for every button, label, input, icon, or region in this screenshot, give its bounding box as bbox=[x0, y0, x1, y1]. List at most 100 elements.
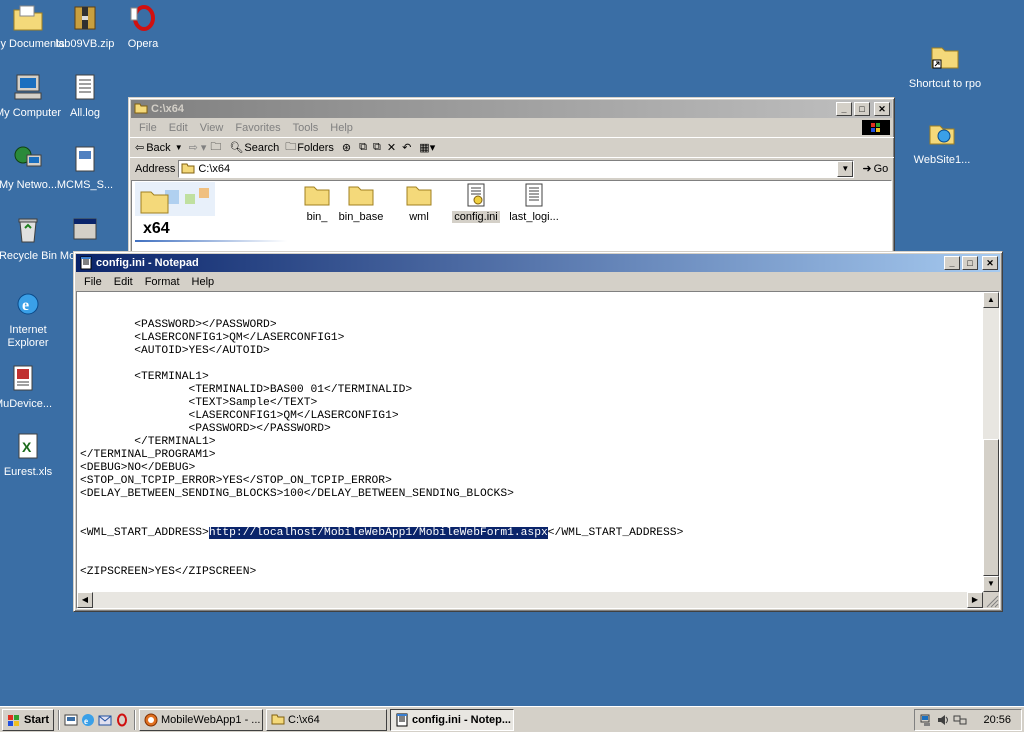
document-icon bbox=[69, 145, 101, 177]
text-file-icon bbox=[505, 183, 563, 209]
folders-button[interactable]: 🗀 Folders bbox=[285, 138, 334, 157]
delete-icon[interactable]: ✕ bbox=[387, 141, 396, 154]
text-line: <TEXT>Sample</TEXT> bbox=[80, 397, 318, 409]
desktop-icon-all-log[interactable]: All.log bbox=[47, 73, 123, 120]
desktop-icon-opera[interactable]: Opera bbox=[105, 4, 181, 51]
explorer-menu-tools[interactable]: Tools bbox=[287, 122, 325, 134]
desktop-icon-internet-explorer[interactable]: e Internet Explorer bbox=[0, 290, 66, 350]
text-line: <DEBUG>NO</DEBUG> bbox=[80, 462, 196, 474]
svg-text:e: e bbox=[84, 716, 88, 726]
notepad-menu-help[interactable]: Help bbox=[186, 276, 221, 288]
notepad-maximize-button[interactable]: □ bbox=[962, 256, 978, 270]
opera-icon bbox=[127, 4, 159, 36]
desktop-icon-mcms[interactable]: MCMS_S... bbox=[47, 145, 123, 192]
notepad-editor[interactable]: <PASSWORD></PASSWORD> <LASERCONFIG1>QM</… bbox=[77, 292, 983, 592]
views-icon[interactable]: ▦▾ bbox=[419, 141, 435, 154]
explorer-close-button[interactable]: ✕ bbox=[874, 102, 890, 116]
explorer-maximize-button[interactable]: □ bbox=[854, 102, 870, 116]
ini-file-icon bbox=[449, 183, 503, 209]
start-button[interactable]: Start bbox=[2, 708, 54, 731]
horizontal-scrollbar[interactable]: ◀ ▶ bbox=[77, 592, 983, 608]
notepad-minimize-button[interactable]: _ bbox=[944, 256, 960, 270]
windows-flag-icon bbox=[7, 713, 21, 727]
explorer-menu-favorites[interactable]: Favorites bbox=[229, 122, 286, 134]
scroll-down-button[interactable]: ▼ bbox=[983, 576, 999, 592]
svg-text:X: X bbox=[22, 439, 32, 455]
up-folder-icon[interactable]: 🗀 bbox=[210, 138, 221, 157]
app-icon bbox=[69, 216, 101, 248]
opera-icon[interactable] bbox=[115, 713, 129, 727]
explorer-toolbar: ⇦ Back ▼ ⇨ ▾ 🗀 🔍︎ Search 🗀 Folders ⊛ ⧉ ⧉… bbox=[129, 137, 894, 157]
go-arrow-icon: ➜ bbox=[862, 163, 872, 175]
desktop-icon-website1[interactable]: WebSite1... bbox=[904, 120, 980, 167]
text-line bbox=[80, 579, 980, 592]
explorer-minimize-button[interactable]: _ bbox=[836, 102, 852, 116]
explorer-titlebar[interactable]: C:\x64 _ □ ✕ bbox=[131, 100, 892, 118]
tray-network-icon[interactable] bbox=[919, 713, 933, 727]
scroll-right-button[interactable]: ▶ bbox=[967, 592, 983, 608]
back-button[interactable]: ⇦ Back ▼ bbox=[135, 141, 183, 155]
folder-icon bbox=[392, 183, 446, 209]
show-desktop-icon[interactable] bbox=[64, 713, 78, 727]
notepad-menu-format[interactable]: Format bbox=[139, 276, 186, 288]
desktop-icon-mudevice[interactable]: MuDevice... bbox=[0, 364, 61, 411]
search-button[interactable]: 🔍︎ Search bbox=[229, 141, 279, 155]
text-line: <PASSWORD></PASSWORD> bbox=[80, 423, 331, 435]
file-item-config-ini[interactable]: config.ini bbox=[449, 183, 503, 223]
resize-grip[interactable] bbox=[983, 592, 999, 608]
explorer-menu-help[interactable]: Help bbox=[324, 122, 359, 134]
text-lines-before: <PASSWORD></PASSWORD> <LASERCONFIG1>QM</… bbox=[80, 319, 980, 501]
desktop-icon-shortcut-rpo[interactable]: Shortcut to rpo bbox=[907, 44, 983, 91]
taskbar-separator bbox=[134, 709, 136, 730]
task-notepad[interactable]: config.ini - Notep... bbox=[390, 708, 514, 731]
notepad-menubar: File Edit Format Help bbox=[74, 272, 1002, 291]
volume-icon[interactable] bbox=[936, 713, 950, 727]
recycle-bin-icon bbox=[12, 216, 44, 248]
excel-icon: X bbox=[12, 432, 44, 464]
go-button[interactable]: ➜ Go bbox=[862, 162, 888, 176]
text-line: </TERMINAL_PROGRAM1> bbox=[80, 449, 216, 461]
text-line: </TERMINAL1> bbox=[80, 436, 216, 448]
copy-to-icon[interactable]: ⧉ bbox=[373, 141, 381, 154]
address-input[interactable]: C:\x64 ▼ bbox=[178, 159, 855, 178]
vertical-scrollbar[interactable]: ▲ ▼ bbox=[983, 292, 999, 592]
explorer-menu-file[interactable]: File bbox=[133, 122, 163, 134]
selected-text: http://localhost/MobileWebApp1/MobileWeb… bbox=[208, 527, 548, 539]
file-item-wml[interactable]: wml bbox=[392, 183, 446, 223]
text-line: <ZIPSCREEN>YES</ZIPSCREEN> bbox=[80, 566, 257, 578]
folders-icon: 🗀 bbox=[285, 141, 297, 153]
desktop-icon-eurest-xls[interactable]: X Eurest.xls bbox=[0, 432, 66, 479]
undo-icon[interactable]: ↶ bbox=[402, 141, 411, 154]
scroll-left-button[interactable]: ◀ bbox=[77, 592, 93, 608]
notepad-text-area[interactable]: <PASSWORD></PASSWORD> <LASERCONFIG1>QM</… bbox=[76, 291, 1000, 609]
notepad-menu-file[interactable]: File bbox=[78, 276, 108, 288]
back-arrow-icon: ⇦ bbox=[135, 142, 145, 154]
system-tray: 20:56 bbox=[914, 709, 1022, 731]
website-icon bbox=[926, 120, 958, 152]
explorer-menu-edit[interactable]: Edit bbox=[163, 122, 194, 134]
task-mobilewebapp1[interactable]: MobileWebApp1 - ... bbox=[139, 708, 263, 731]
move-to-icon[interactable]: ⧉ bbox=[359, 141, 367, 154]
folder-icon bbox=[271, 713, 285, 727]
notepad-titlebar[interactable]: config.ini - Notepad _ □ ✕ bbox=[76, 254, 1000, 272]
tray-computers-icon[interactable] bbox=[953, 713, 967, 727]
ie-icon[interactable]: e bbox=[81, 713, 95, 727]
explorer-menu-view[interactable]: View bbox=[194, 122, 230, 134]
notepad-menu-edit[interactable]: Edit bbox=[108, 276, 139, 288]
notepad-close-button[interactable]: ✕ bbox=[982, 256, 998, 270]
folder-banner-graphic bbox=[135, 182, 215, 216]
address-dropdown-button[interactable]: ▼ bbox=[837, 160, 854, 177]
task-explorer-x64[interactable]: C:\x64 bbox=[266, 708, 387, 731]
vertical-scroll-thumb[interactable] bbox=[983, 439, 999, 576]
folder-documents-icon bbox=[12, 4, 44, 36]
clock[interactable]: 20:56 bbox=[983, 714, 1011, 726]
file-item-last-login[interactable]: last_logi... bbox=[505, 183, 563, 223]
forward-button[interactable]: ⇨ ▾ bbox=[189, 141, 207, 154]
folder-icon bbox=[181, 162, 195, 176]
history-icon[interactable]: ⊛ bbox=[342, 141, 351, 154]
outlook-icon[interactable] bbox=[98, 713, 112, 727]
address-bar: Address C:\x64 ▼ ➜ Go bbox=[129, 157, 894, 179]
explorer-window: C:\x64 _ □ ✕ File Edit View Favorites To… bbox=[128, 97, 895, 257]
scroll-up-button[interactable]: ▲ bbox=[983, 292, 999, 308]
file-item-bin-base[interactable]: bin_base bbox=[334, 183, 388, 223]
